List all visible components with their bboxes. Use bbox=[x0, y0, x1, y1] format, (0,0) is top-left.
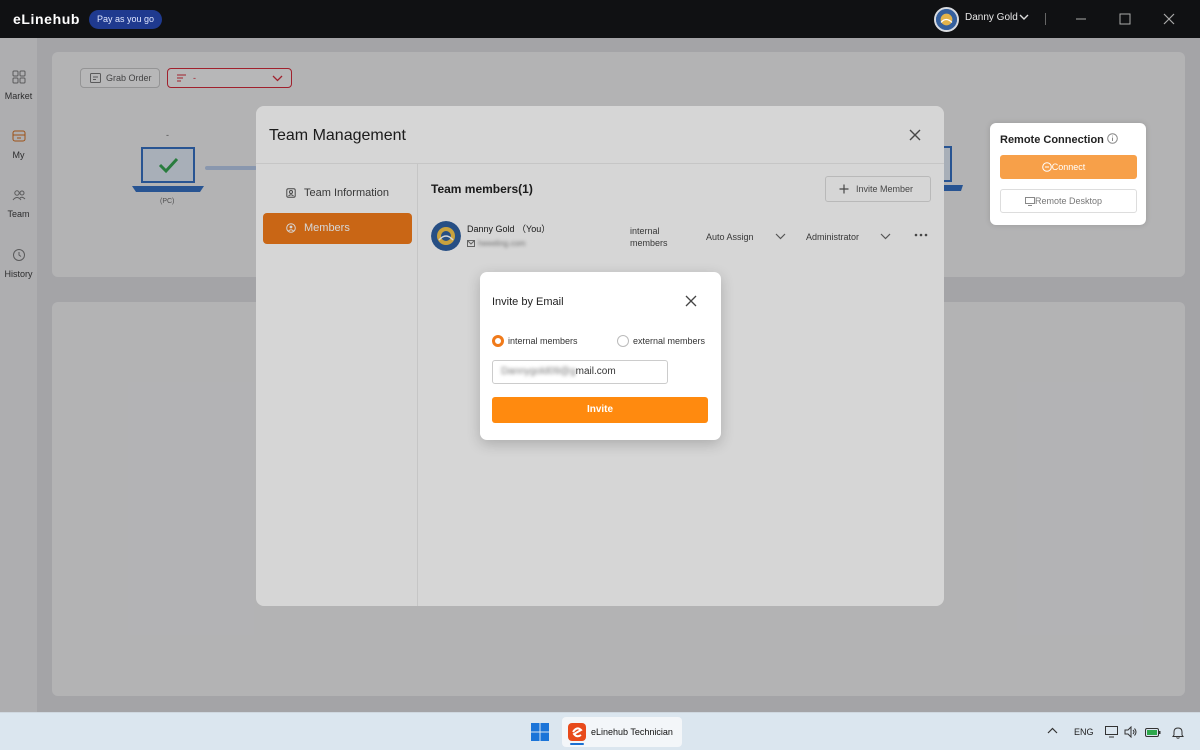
invite-button[interactable]: Invite bbox=[492, 397, 708, 423]
chevron-up-icon[interactable] bbox=[1047, 726, 1058, 736]
battery-icon[interactable] bbox=[1145, 726, 1161, 738]
email-domain: mail.com bbox=[575, 366, 616, 377]
monitor-icon bbox=[1025, 197, 1035, 206]
connect-label: Connect bbox=[1051, 162, 1086, 172]
close-icon[interactable] bbox=[685, 295, 697, 307]
display-icon[interactable] bbox=[1105, 726, 1118, 738]
notification-bell-icon[interactable] bbox=[1172, 726, 1184, 739]
minimize-icon[interactable] bbox=[1071, 9, 1091, 29]
invite-by-email-dialog: Invite by Email internal members externa… bbox=[480, 272, 721, 440]
remote-connection-card: Remote Connection Connect Remote Desktop bbox=[990, 123, 1146, 225]
remote-desktop-label: Remote Desktop bbox=[1034, 196, 1103, 206]
taskbar: eLinehub Technician ENG bbox=[0, 712, 1200, 750]
taskbar-app-label: eLinehub Technician bbox=[591, 727, 673, 737]
radio-external-members[interactable]: external members bbox=[617, 334, 705, 348]
plan-badge[interactable]: Pay as you go bbox=[89, 10, 163, 29]
language-indicator[interactable]: ENG bbox=[1074, 727, 1094, 737]
title-bar: eLinehub Pay as you go Danny Gold bbox=[0, 0, 1200, 38]
title-separator bbox=[1045, 13, 1046, 25]
email-field[interactable]: Dannygold09@gmail.com bbox=[492, 360, 668, 384]
chevron-down-icon[interactable] bbox=[1018, 11, 1030, 23]
taskbar-app-elinehub[interactable]: eLinehub Technician bbox=[562, 717, 682, 747]
app-brand: eLinehub bbox=[13, 11, 81, 27]
volume-icon[interactable] bbox=[1124, 726, 1137, 738]
close-window-icon[interactable] bbox=[1159, 9, 1179, 29]
remote-connection-title: Remote Connection bbox=[1000, 134, 1104, 146]
user-avatar[interactable] bbox=[934, 7, 959, 32]
active-indicator bbox=[570, 743, 584, 745]
radio-dot bbox=[492, 335, 504, 347]
connect-button[interactable]: Connect bbox=[1000, 155, 1137, 179]
info-icon[interactable] bbox=[1107, 133, 1118, 144]
radio-dot bbox=[617, 335, 629, 347]
radio-label-internal: internal members bbox=[508, 336, 578, 346]
email-redacted: Dannygold09@g bbox=[501, 366, 576, 377]
windows-start-icon[interactable] bbox=[531, 723, 549, 741]
connect-icon bbox=[1042, 162, 1052, 172]
elinehub-app-icon bbox=[568, 723, 586, 741]
dialog-title: Invite by Email bbox=[492, 296, 564, 308]
radio-internal-members[interactable]: internal members bbox=[492, 334, 578, 348]
radio-label-external: external members bbox=[633, 336, 706, 346]
maximize-icon[interactable] bbox=[1115, 9, 1135, 29]
user-name[interactable]: Danny Gold bbox=[965, 12, 1018, 23]
remote-desktop-button[interactable]: Remote Desktop bbox=[1000, 189, 1137, 213]
